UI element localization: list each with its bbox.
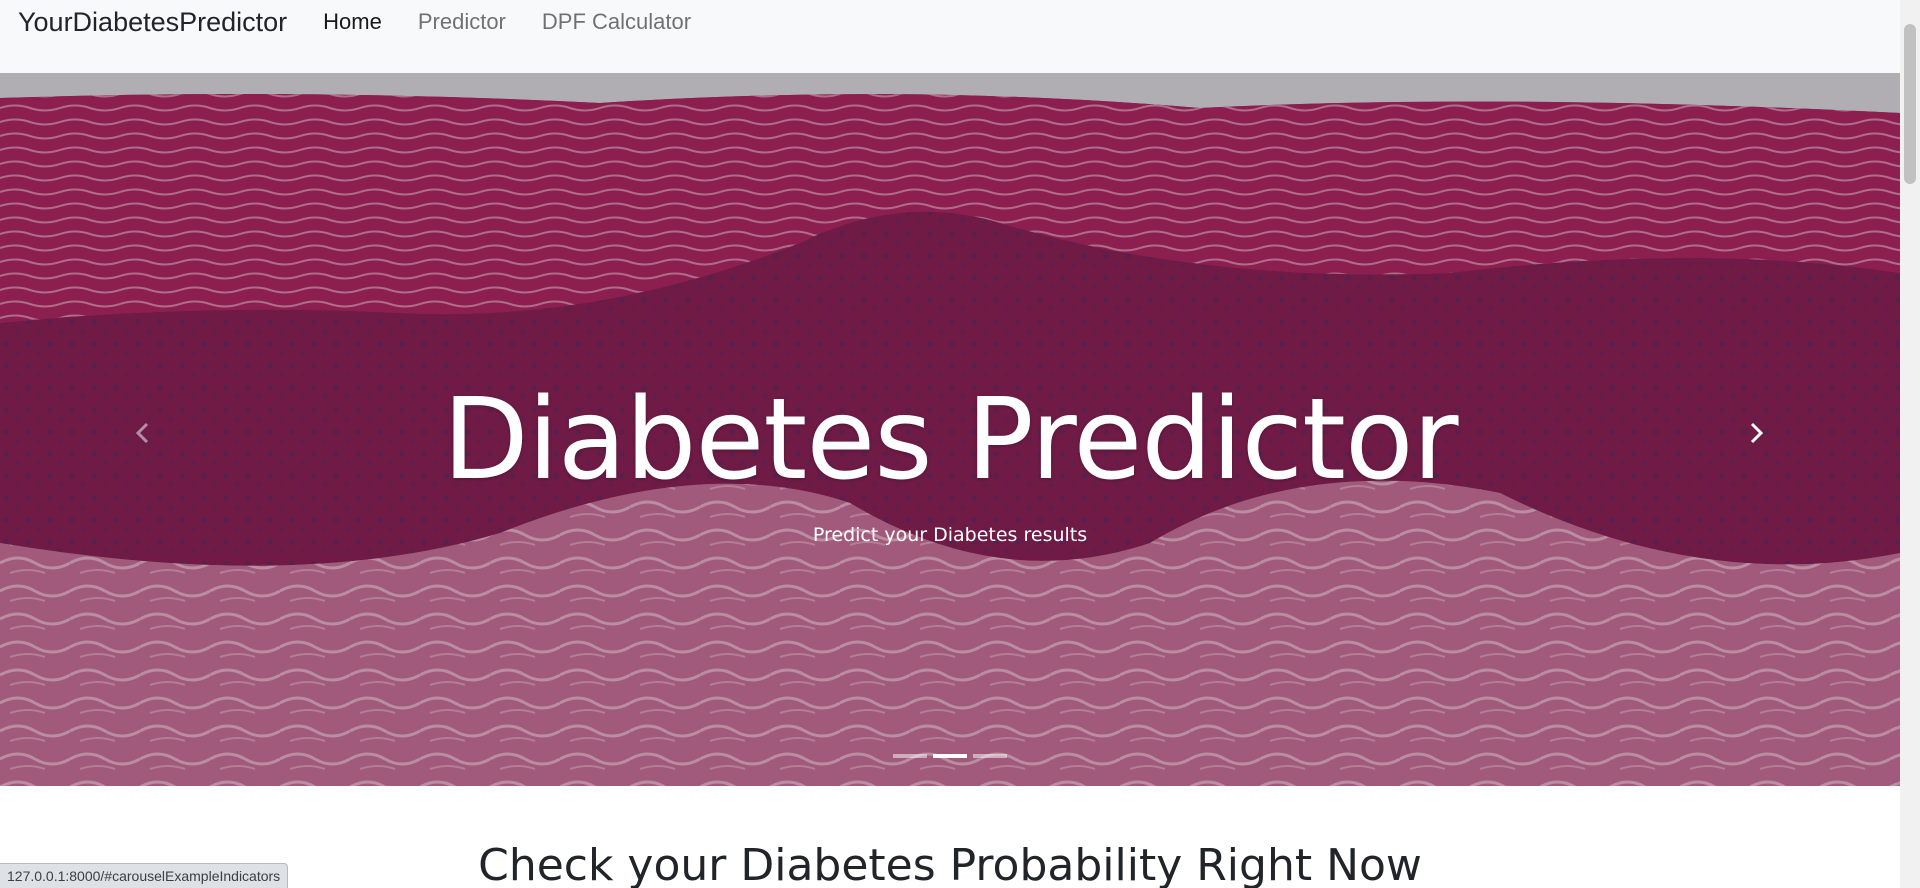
nav-link-dpf-calculator[interactable]: DPF Calculator: [542, 9, 691, 35]
carousel-caption: Diabetes Predictor Predict your Diabetes…: [0, 373, 1900, 546]
nav-link-predictor[interactable]: Predictor: [418, 9, 506, 35]
link-status-bar: 127.0.0.1:8000/#carouselExampleIndicator…: [0, 863, 289, 888]
nav-links: Home Predictor DPF Calculator: [305, 9, 709, 35]
brand-link[interactable]: YourDiabetesPredictor: [18, 7, 287, 38]
carousel-indicator-2[interactable]: [933, 754, 967, 758]
hero-subtitle: Predict your Diabetes results: [812, 524, 1088, 547]
page: YourDiabetesPredictor Home Predictor DPF…: [0, 0, 1920, 888]
navbar: YourDiabetesPredictor Home Predictor DPF…: [0, 0, 1900, 73]
hero-title: Diabetes Predictor: [442, 375, 1458, 505]
hero-carousel: Diabetes Predictor Predict your Diabetes…: [0, 73, 1900, 786]
nav-link-home[interactable]: Home: [323, 9, 382, 35]
carousel-indicator-3[interactable]: [973, 754, 1007, 758]
carousel-indicators: [0, 754, 1900, 758]
vertical-scrollbar[interactable]: [1900, 0, 1920, 888]
scrollbar-thumb[interactable]: [1904, 24, 1916, 184]
carousel-indicator-1[interactable]: [893, 754, 927, 758]
